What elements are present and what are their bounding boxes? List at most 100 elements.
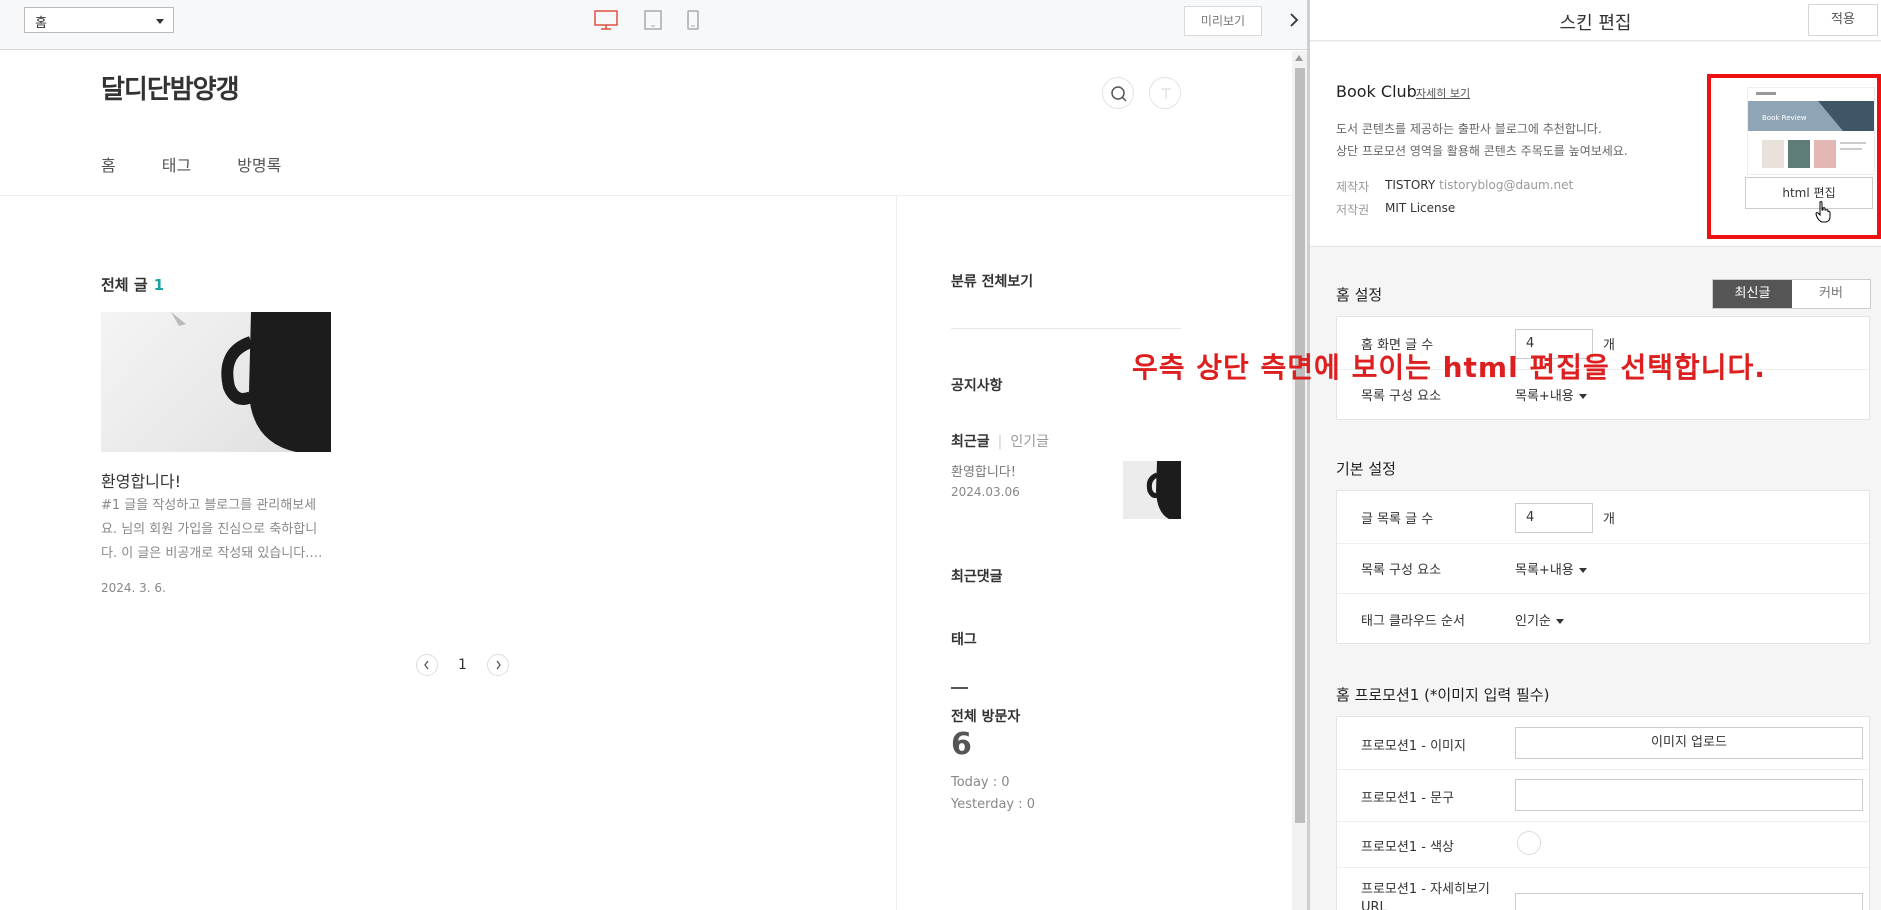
maker-name: TISTORY	[1385, 178, 1436, 192]
recent-post-thumbnail[interactable]	[1123, 461, 1181, 519]
recent-popular-tabs: 최근글 | 인기글	[951, 431, 1049, 451]
tag-order-dropdown[interactable]: 인기순	[1515, 610, 1564, 629]
license-label: 저작권	[1336, 203, 1370, 217]
mug-image	[1146, 461, 1181, 519]
license-value: MIT License	[1385, 201, 1456, 215]
sidebar-divider-line	[951, 328, 1181, 329]
home-mode-tabs: 최신글 커버	[1712, 279, 1871, 309]
html-edit-button[interactable]: html 편집	[1745, 177, 1873, 209]
editor-toolbar: 홈 미리보기	[0, 0, 1307, 50]
recent-comments-heading: 최근댓글	[951, 569, 1003, 585]
skin-thumb-banner: Book Review	[1762, 114, 1807, 122]
prev-page-button[interactable]	[416, 654, 438, 676]
promo-url-label: 프로모션1 - 자세히보기 URL	[1361, 882, 1490, 910]
instruction-annotation: 우측 상단 측면에 보이는 html 편집을 선택합니다.	[1132, 351, 1766, 384]
arrow-up-icon	[1161, 88, 1171, 99]
promo-color-picker[interactable]	[1517, 831, 1541, 855]
skin-edit-panel: 스킨 편집 적용 Book Club 자세히 보기 도서 콘텐츠를 제공하는 출…	[1310, 0, 1881, 910]
chevron-right-icon[interactable]	[1286, 12, 1302, 28]
skin-info: Book Club 자세히 보기 도서 콘텐츠를 제공하는 출판사 블로그에 추…	[1310, 42, 1881, 247]
tab-cover[interactable]: 커버	[1792, 280, 1870, 308]
maker-label: 제작자	[1336, 180, 1370, 194]
chevron-left-icon	[424, 660, 429, 670]
scroll-top-button[interactable]	[1149, 77, 1181, 109]
mug-image	[171, 312, 331, 452]
tab-popular-posts[interactable]: 인기글	[1010, 434, 1049, 450]
maker-email: tistoryblog@daum.net	[1439, 178, 1574, 192]
recent-post-title[interactable]: 환영합니다!	[951, 461, 1016, 480]
tab-recent-posts[interactable]: 최근글	[951, 434, 990, 450]
skin-preview-image: Book Review	[1748, 88, 1874, 168]
row-divider	[1337, 593, 1869, 594]
notice-heading[interactable]: 공지사항	[951, 375, 1003, 395]
search-button[interactable]	[1102, 77, 1134, 109]
pagination: 1	[416, 654, 509, 676]
list-count-unit: 개	[1603, 512, 1615, 527]
basic-list-elements-value: 목록+내용	[1515, 563, 1574, 578]
category-all-link[interactable]: 분류 전체보기	[951, 271, 1033, 291]
visitor-dash	[951, 687, 968, 689]
home-list-elements-dropdown[interactable]: 목록+내용	[1515, 385, 1587, 404]
visitor-today: Today : 0	[951, 775, 1010, 790]
promo-settings-box: 프로모션1 - 이미지 이미지 업로드 프로모션1 - 문구 프로모션1 - 색…	[1336, 716, 1870, 910]
basic-settings-box: 글 목록 글 수 4 개 목록 구성 요소 목록+내용 태그 클라우드 순서 인…	[1336, 490, 1870, 644]
row-divider	[1337, 821, 1869, 822]
preview-button[interactable]: 미리보기	[1184, 6, 1262, 36]
home-list-elements-label: 목록 구성 요소	[1361, 389, 1442, 404]
list-count-input[interactable]: 4	[1515, 503, 1593, 533]
mobile-view-icon[interactable]	[686, 9, 700, 35]
basic-list-elements-label: 목록 구성 요소	[1361, 563, 1442, 578]
nav-item-tag[interactable]: 태그	[162, 152, 191, 176]
desktop-view-icon[interactable]	[593, 9, 619, 35]
next-page-button[interactable]	[486, 654, 509, 676]
caret-down-icon	[1578, 568, 1587, 573]
blog-title[interactable]: 달디단밤양갱	[101, 69, 240, 106]
blog-preview: 달디단밤양갱 홈 태그 방명록 전체 글 1 환영합니다! #1 글을 작성하고 …	[0, 51, 1292, 910]
posts-heading: 전체 글 1	[101, 274, 164, 295]
search-icon	[1111, 86, 1127, 102]
promo-heading: 홈 프로모션1 (*이미지 입력 필수)	[1336, 686, 1550, 704]
list-count-label: 글 목록 글 수	[1361, 512, 1434, 527]
chevron-down-icon	[156, 19, 164, 24]
tablet-view-icon[interactable]	[643, 9, 663, 35]
post-title[interactable]: 환영합니다!	[101, 468, 181, 492]
scroll-thumb[interactable]	[1295, 68, 1305, 823]
header-divider	[0, 195, 1292, 196]
post-date: 2024. 3. 6.	[101, 581, 166, 595]
scroll-up-arrow-icon[interactable]	[1295, 55, 1303, 61]
tag-order-value: 인기순	[1515, 614, 1551, 629]
tab-separator: |	[997, 434, 1003, 450]
page-number[interactable]: 1	[458, 657, 467, 673]
basic-settings-heading: 기본 설정	[1336, 460, 1396, 478]
chevron-right-icon	[496, 660, 501, 670]
basic-list-elements-dropdown[interactable]: 목록+내용	[1515, 559, 1587, 578]
home-settings-heading: 홈 설정	[1336, 286, 1383, 304]
posts-count: 1	[153, 276, 165, 294]
recent-post-date: 2024.03.06	[951, 485, 1020, 499]
maker-value: TISTORY tistoryblog@daum.net	[1385, 178, 1573, 192]
apply-button[interactable]: 적용	[1808, 4, 1878, 36]
promo-text-input[interactable]	[1515, 779, 1863, 811]
preview-scrollbar[interactable]	[1292, 51, 1307, 910]
posts-heading-label: 전체 글	[101, 276, 148, 294]
page-select[interactable]: 홈	[24, 7, 174, 33]
post-thumbnail[interactable]	[101, 312, 331, 452]
row-divider	[1337, 769, 1869, 770]
image-upload-button[interactable]: 이미지 업로드	[1515, 727, 1863, 759]
visitor-total-count: 6	[951, 727, 972, 762]
home-list-elements-value: 목록+내용	[1515, 389, 1574, 404]
promo-url-input[interactable]	[1515, 893, 1863, 910]
tag-order-label: 태그 클라우드 순서	[1361, 614, 1465, 629]
skin-description-line1: 도서 콘텐츠를 제공하는 출판사 블로그에 추천합니다.	[1336, 122, 1602, 136]
promo-text-label: 프로모션1 - 문구	[1361, 791, 1454, 806]
tab-latest[interactable]: 최신글	[1713, 280, 1792, 308]
promo-color-label: 프로모션1 - 색상	[1361, 840, 1454, 855]
panel-header: 스킨 편집 적용	[1310, 0, 1881, 41]
skin-description-line2: 상단 프로모션 영역을 활용해 콘텐츠 주목도를 높여보세요.	[1336, 144, 1628, 158]
skin-details-link[interactable]: 자세히 보기	[1416, 85, 1470, 101]
nav-item-home[interactable]: 홈	[101, 152, 116, 176]
nav-item-guestbook[interactable]: 방명록	[237, 152, 281, 176]
caret-down-icon	[1555, 619, 1564, 624]
page-select-value: 홈	[35, 16, 47, 31]
visitor-total-label: 전체 방문자	[951, 709, 1021, 725]
